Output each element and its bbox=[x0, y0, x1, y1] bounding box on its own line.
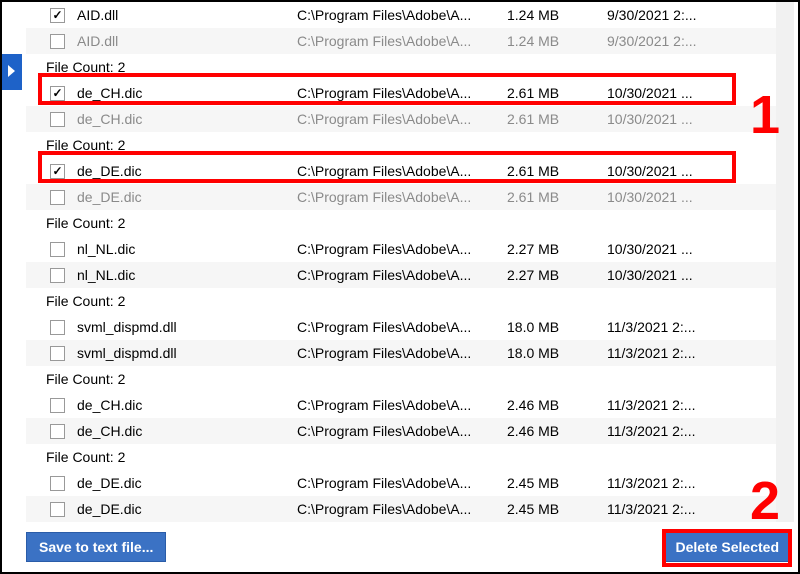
file-name: de_CH.dic bbox=[77, 111, 297, 127]
file-name: de_CH.dic bbox=[77, 397, 297, 413]
save-to-text-button[interactable]: Save to text file... bbox=[26, 532, 166, 562]
file-name: AID.dll bbox=[77, 33, 297, 49]
row-checkbox[interactable] bbox=[50, 476, 65, 491]
file-path: C:\Program Files\Adobe\A... bbox=[297, 241, 507, 257]
table-row[interactable]: AID.dllC:\Program Files\Adobe\A...1.24 M… bbox=[26, 28, 776, 54]
file-size: 1.24 MB bbox=[507, 33, 607, 49]
file-date: 10/30/2021 ... bbox=[607, 85, 776, 101]
file-date: 11/3/2021 2:... bbox=[607, 397, 776, 413]
file-path: C:\Program Files\Adobe\A... bbox=[297, 7, 507, 23]
duplicate-file-list: AID.dllC:\Program Files\Adobe\A...1.24 M… bbox=[26, 2, 794, 522]
table-row[interactable]: svml_dispmd.dllC:\Program Files\Adobe\A.… bbox=[26, 314, 776, 340]
file-path: C:\Program Files\Adobe\A... bbox=[297, 267, 507, 283]
row-checkbox[interactable] bbox=[50, 268, 65, 283]
table-row[interactable]: de_CH.dicC:\Program Files\Adobe\A...2.46… bbox=[26, 418, 776, 444]
group-count-label: File Count: 2 bbox=[26, 132, 776, 158]
file-path: C:\Program Files\Adobe\A... bbox=[297, 189, 507, 205]
chevron-right-icon bbox=[7, 64, 17, 81]
file-date: 11/3/2021 2:... bbox=[607, 345, 776, 361]
table-row[interactable]: de_DE.dicC:\Program Files\Adobe\A...2.45… bbox=[26, 470, 776, 496]
row-checkbox[interactable] bbox=[50, 424, 65, 439]
file-date: 10/30/2021 ... bbox=[607, 267, 776, 283]
row-checkbox[interactable] bbox=[50, 86, 65, 101]
file-path: C:\Program Files\Adobe\A... bbox=[297, 319, 507, 335]
file-date: 11/3/2021 2:... bbox=[607, 423, 776, 439]
row-checkbox[interactable] bbox=[50, 8, 65, 23]
table-row[interactable]: de_CH.dicC:\Program Files\Adobe\A...2.61… bbox=[26, 106, 776, 132]
file-date: 9/30/2021 2:... bbox=[607, 7, 776, 23]
file-size: 2.46 MB bbox=[507, 397, 607, 413]
file-size: 18.0 MB bbox=[507, 319, 607, 335]
file-size: 2.61 MB bbox=[507, 189, 607, 205]
table-row[interactable]: AID.dllC:\Program Files\Adobe\A...1.24 M… bbox=[26, 2, 776, 28]
file-date: 11/3/2021 2:... bbox=[607, 319, 776, 335]
file-date: 10/30/2021 ... bbox=[607, 163, 776, 179]
file-size: 2.27 MB bbox=[507, 241, 607, 257]
row-checkbox[interactable] bbox=[50, 164, 65, 179]
table-row[interactable]: de_DE.dicC:\Program Files\Adobe\A...2.45… bbox=[26, 496, 776, 522]
file-name: svml_dispmd.dll bbox=[77, 345, 297, 361]
group-count-label: File Count: 2 bbox=[26, 366, 776, 392]
file-name: de_CH.dic bbox=[77, 423, 297, 439]
file-name: de_CH.dic bbox=[77, 85, 297, 101]
row-checkbox[interactable] bbox=[50, 346, 65, 361]
file-size: 18.0 MB bbox=[507, 345, 607, 361]
row-checkbox[interactable] bbox=[50, 190, 65, 205]
file-date: 10/30/2021 ... bbox=[607, 241, 776, 257]
file-size: 2.61 MB bbox=[507, 163, 607, 179]
table-row[interactable]: svml_dispmd.dllC:\Program Files\Adobe\A.… bbox=[26, 340, 776, 366]
file-size: 2.27 MB bbox=[507, 267, 607, 283]
file-path: C:\Program Files\Adobe\A... bbox=[297, 397, 507, 413]
group-count-label: File Count: 2 bbox=[26, 210, 776, 236]
file-date: 11/3/2021 2:... bbox=[607, 501, 776, 517]
file-path: C:\Program Files\Adobe\A... bbox=[297, 111, 507, 127]
table-row[interactable]: nl_NL.dicC:\Program Files\Adobe\A...2.27… bbox=[26, 236, 776, 262]
file-date: 9/30/2021 2:... bbox=[607, 33, 776, 49]
file-name: nl_NL.dic bbox=[77, 267, 297, 283]
footer-bar: Save to text file... Delete Selected bbox=[26, 528, 792, 566]
delete-selected-button[interactable]: Delete Selected bbox=[663, 532, 793, 562]
file-size: 2.61 MB bbox=[507, 85, 607, 101]
file-date: 11/3/2021 2:... bbox=[607, 475, 776, 491]
table-row[interactable]: de_CH.dicC:\Program Files\Adobe\A...2.46… bbox=[26, 392, 776, 418]
table-row[interactable]: de_DE.dicC:\Program Files\Adobe\A...2.61… bbox=[26, 184, 776, 210]
group-count-label: File Count: 2 bbox=[26, 288, 776, 314]
file-name: de_DE.dic bbox=[77, 163, 297, 179]
file-size: 2.45 MB bbox=[507, 501, 607, 517]
table-row[interactable]: nl_NL.dicC:\Program Files\Adobe\A...2.27… bbox=[26, 262, 776, 288]
expand-side-panel[interactable] bbox=[2, 54, 22, 90]
group-count-label: File Count: 2 bbox=[26, 54, 776, 80]
file-size: 2.45 MB bbox=[507, 475, 607, 491]
file-size: 2.46 MB bbox=[507, 423, 607, 439]
file-path: C:\Program Files\Adobe\A... bbox=[297, 423, 507, 439]
group-count-label: File Count: 2 bbox=[26, 444, 776, 470]
row-checkbox[interactable] bbox=[50, 398, 65, 413]
table-row[interactable]: de_CH.dicC:\Program Files\Adobe\A...2.61… bbox=[26, 80, 776, 106]
row-checkbox[interactable] bbox=[50, 320, 65, 335]
file-name: de_DE.dic bbox=[77, 189, 297, 205]
file-name: AID.dll bbox=[77, 7, 297, 23]
row-checkbox[interactable] bbox=[50, 112, 65, 127]
file-name: de_DE.dic bbox=[77, 475, 297, 491]
row-checkbox[interactable] bbox=[50, 34, 65, 49]
file-path: C:\Program Files\Adobe\A... bbox=[297, 33, 507, 49]
file-path: C:\Program Files\Adobe\A... bbox=[297, 501, 507, 517]
file-date: 10/30/2021 ... bbox=[607, 111, 776, 127]
file-path: C:\Program Files\Adobe\A... bbox=[297, 345, 507, 361]
file-path: C:\Program Files\Adobe\A... bbox=[297, 163, 507, 179]
file-path: C:\Program Files\Adobe\A... bbox=[297, 85, 507, 101]
file-path: C:\Program Files\Adobe\A... bbox=[297, 475, 507, 491]
file-size: 1.24 MB bbox=[507, 7, 607, 23]
file-name: de_DE.dic bbox=[77, 501, 297, 517]
file-name: nl_NL.dic bbox=[77, 241, 297, 257]
row-checkbox[interactable] bbox=[50, 502, 65, 517]
table-row[interactable]: de_DE.dicC:\Program Files\Adobe\A...2.61… bbox=[26, 158, 776, 184]
row-checkbox[interactable] bbox=[50, 242, 65, 257]
file-date: 10/30/2021 ... bbox=[607, 189, 776, 205]
file-name: svml_dispmd.dll bbox=[77, 319, 297, 335]
file-size: 2.61 MB bbox=[507, 111, 607, 127]
